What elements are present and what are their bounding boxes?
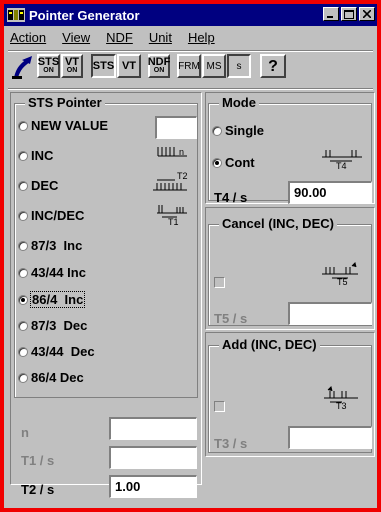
ndf-on-button[interactable]: NDF ON [148,54,170,78]
svg-text:n: n [179,147,184,157]
dec-pulse-icon: T2 [153,171,188,191]
incdec-pulse-icon: T1 [157,205,187,227]
n-input[interactable] [109,417,197,440]
svg-text:T3: T3 [336,401,347,410]
minimize-icon [327,16,333,18]
add-label: Add (INC, DEC) [219,337,320,352]
t3-input[interactable] [288,426,372,449]
menu-unit[interactable]: Unit [149,30,172,48]
close-icon [363,10,371,18]
sts-pointer-panel: STS Pointer NEW VALUE INC n DEC T2 INC/D… [10,92,202,498]
t4-input[interactable]: 90.00 [288,181,372,204]
radio-cont[interactable]: Cont [212,155,255,170]
radio-inc[interactable]: INC [18,148,53,163]
svg-text:T5: T5 [337,277,348,286]
add-panel: Add (INC, DEC) T3 T3 / s [205,332,375,457]
help-button[interactable]: ? [260,54,286,78]
radio-dot [18,120,28,131]
radio-87-3-inc[interactable]: 87/3 Inc [18,238,82,253]
svg-text:T2: T2 [177,171,188,181]
cancel-label: Cancel (INC, DEC) [219,216,337,231]
maximize-icon [344,9,354,19]
radio-single[interactable]: Single [212,123,264,138]
cancel-pulse-icon: T5 [322,262,358,286]
close-button[interactable] [359,7,375,21]
frm-button[interactable]: FRM [177,54,201,78]
t1-input[interactable] [109,446,197,469]
maximize-button[interactable] [341,7,357,21]
sts-on-button[interactable]: STS ON [37,54,60,78]
radio-incdec[interactable]: INC/DEC [18,208,84,223]
radio-86-4-inc[interactable]: 86/4 Inc [18,291,86,308]
t2-input[interactable]: 1.00 [109,475,197,498]
app-logo-icon [7,8,25,22]
inc-pulse-icon: n [157,147,187,157]
minimize-button[interactable] [323,7,339,21]
menu-action[interactable]: Action [10,30,46,48]
sts-pointer-label: STS Pointer [25,95,105,110]
radio-87-3-dec[interactable]: 87/3 Dec [18,318,87,333]
n-label: n [21,425,29,440]
mode-panel: Mode Single Cont T4 T4 / s 90.00 [205,92,375,205]
radio-dot [18,180,28,191]
pointer-logo-icon [12,56,32,79]
radio-new-value[interactable]: NEW VALUE [18,118,108,133]
cancel-checkbox[interactable] [214,277,225,288]
cont-pulse-icon: T4 [322,150,362,170]
app-window: Pointer Generator Action View NDF Unit H… [0,0,381,512]
menu-ndf[interactable]: NDF [106,30,133,48]
menu-view[interactable]: View [62,30,90,48]
radio-43-44-inc[interactable]: 43/44 Inc [18,265,86,280]
radio-dot [18,320,28,331]
menu-bar: Action View NDF Unit Help [10,30,215,48]
t2-label: T2 / s [21,482,55,497]
svg-text:T4: T4 [336,161,347,170]
new-value-input[interactable] [155,116,197,139]
help-icon: ? [268,57,278,75]
radio-dot [18,372,28,383]
t3-label: T3 / s [214,436,248,451]
vt-button[interactable]: VT [117,54,141,78]
radio-dot [18,150,28,161]
svg-text:T1: T1 [168,217,179,227]
ms-button[interactable]: MS [202,54,226,78]
window-title: Pointer Generator [29,7,140,23]
t5-input[interactable] [288,302,372,325]
radio-86-4-dec[interactable]: 86/4 Dec [18,370,84,385]
menu-help[interactable]: Help [188,30,215,48]
t4-label: T4 / s [214,190,248,205]
vt-on-button[interactable]: VT ON [61,54,83,78]
add-checkbox[interactable] [214,401,225,412]
radio-dot [212,125,222,136]
s-unit-button[interactable]: s [227,54,251,78]
radio-dec[interactable]: DEC [18,178,58,193]
mode-label: Mode [219,95,259,110]
toolbar-separator [8,88,373,90]
t1-label: T1 / s [21,453,55,468]
cancel-panel: Cancel (INC, DEC) T5 T5 / s [205,207,375,330]
radio-43-44-dec[interactable]: 43/44 Dec [18,344,95,359]
title-bar[interactable]: Pointer Generator [4,4,377,26]
radio-dot [18,210,28,221]
radio-dot-selected [212,157,222,168]
toolbar: STS ON VT ON STS VT NDF ON FRM MS s ? [10,52,375,90]
sts-button[interactable]: STS [91,54,116,78]
t5-label: T5 / s [214,311,248,326]
add-pulse-icon: T3 [324,386,358,410]
radio-dot [18,240,28,251]
radio-dot [18,346,28,357]
radio-dot [18,267,28,278]
radio-dot-selected [18,294,28,305]
